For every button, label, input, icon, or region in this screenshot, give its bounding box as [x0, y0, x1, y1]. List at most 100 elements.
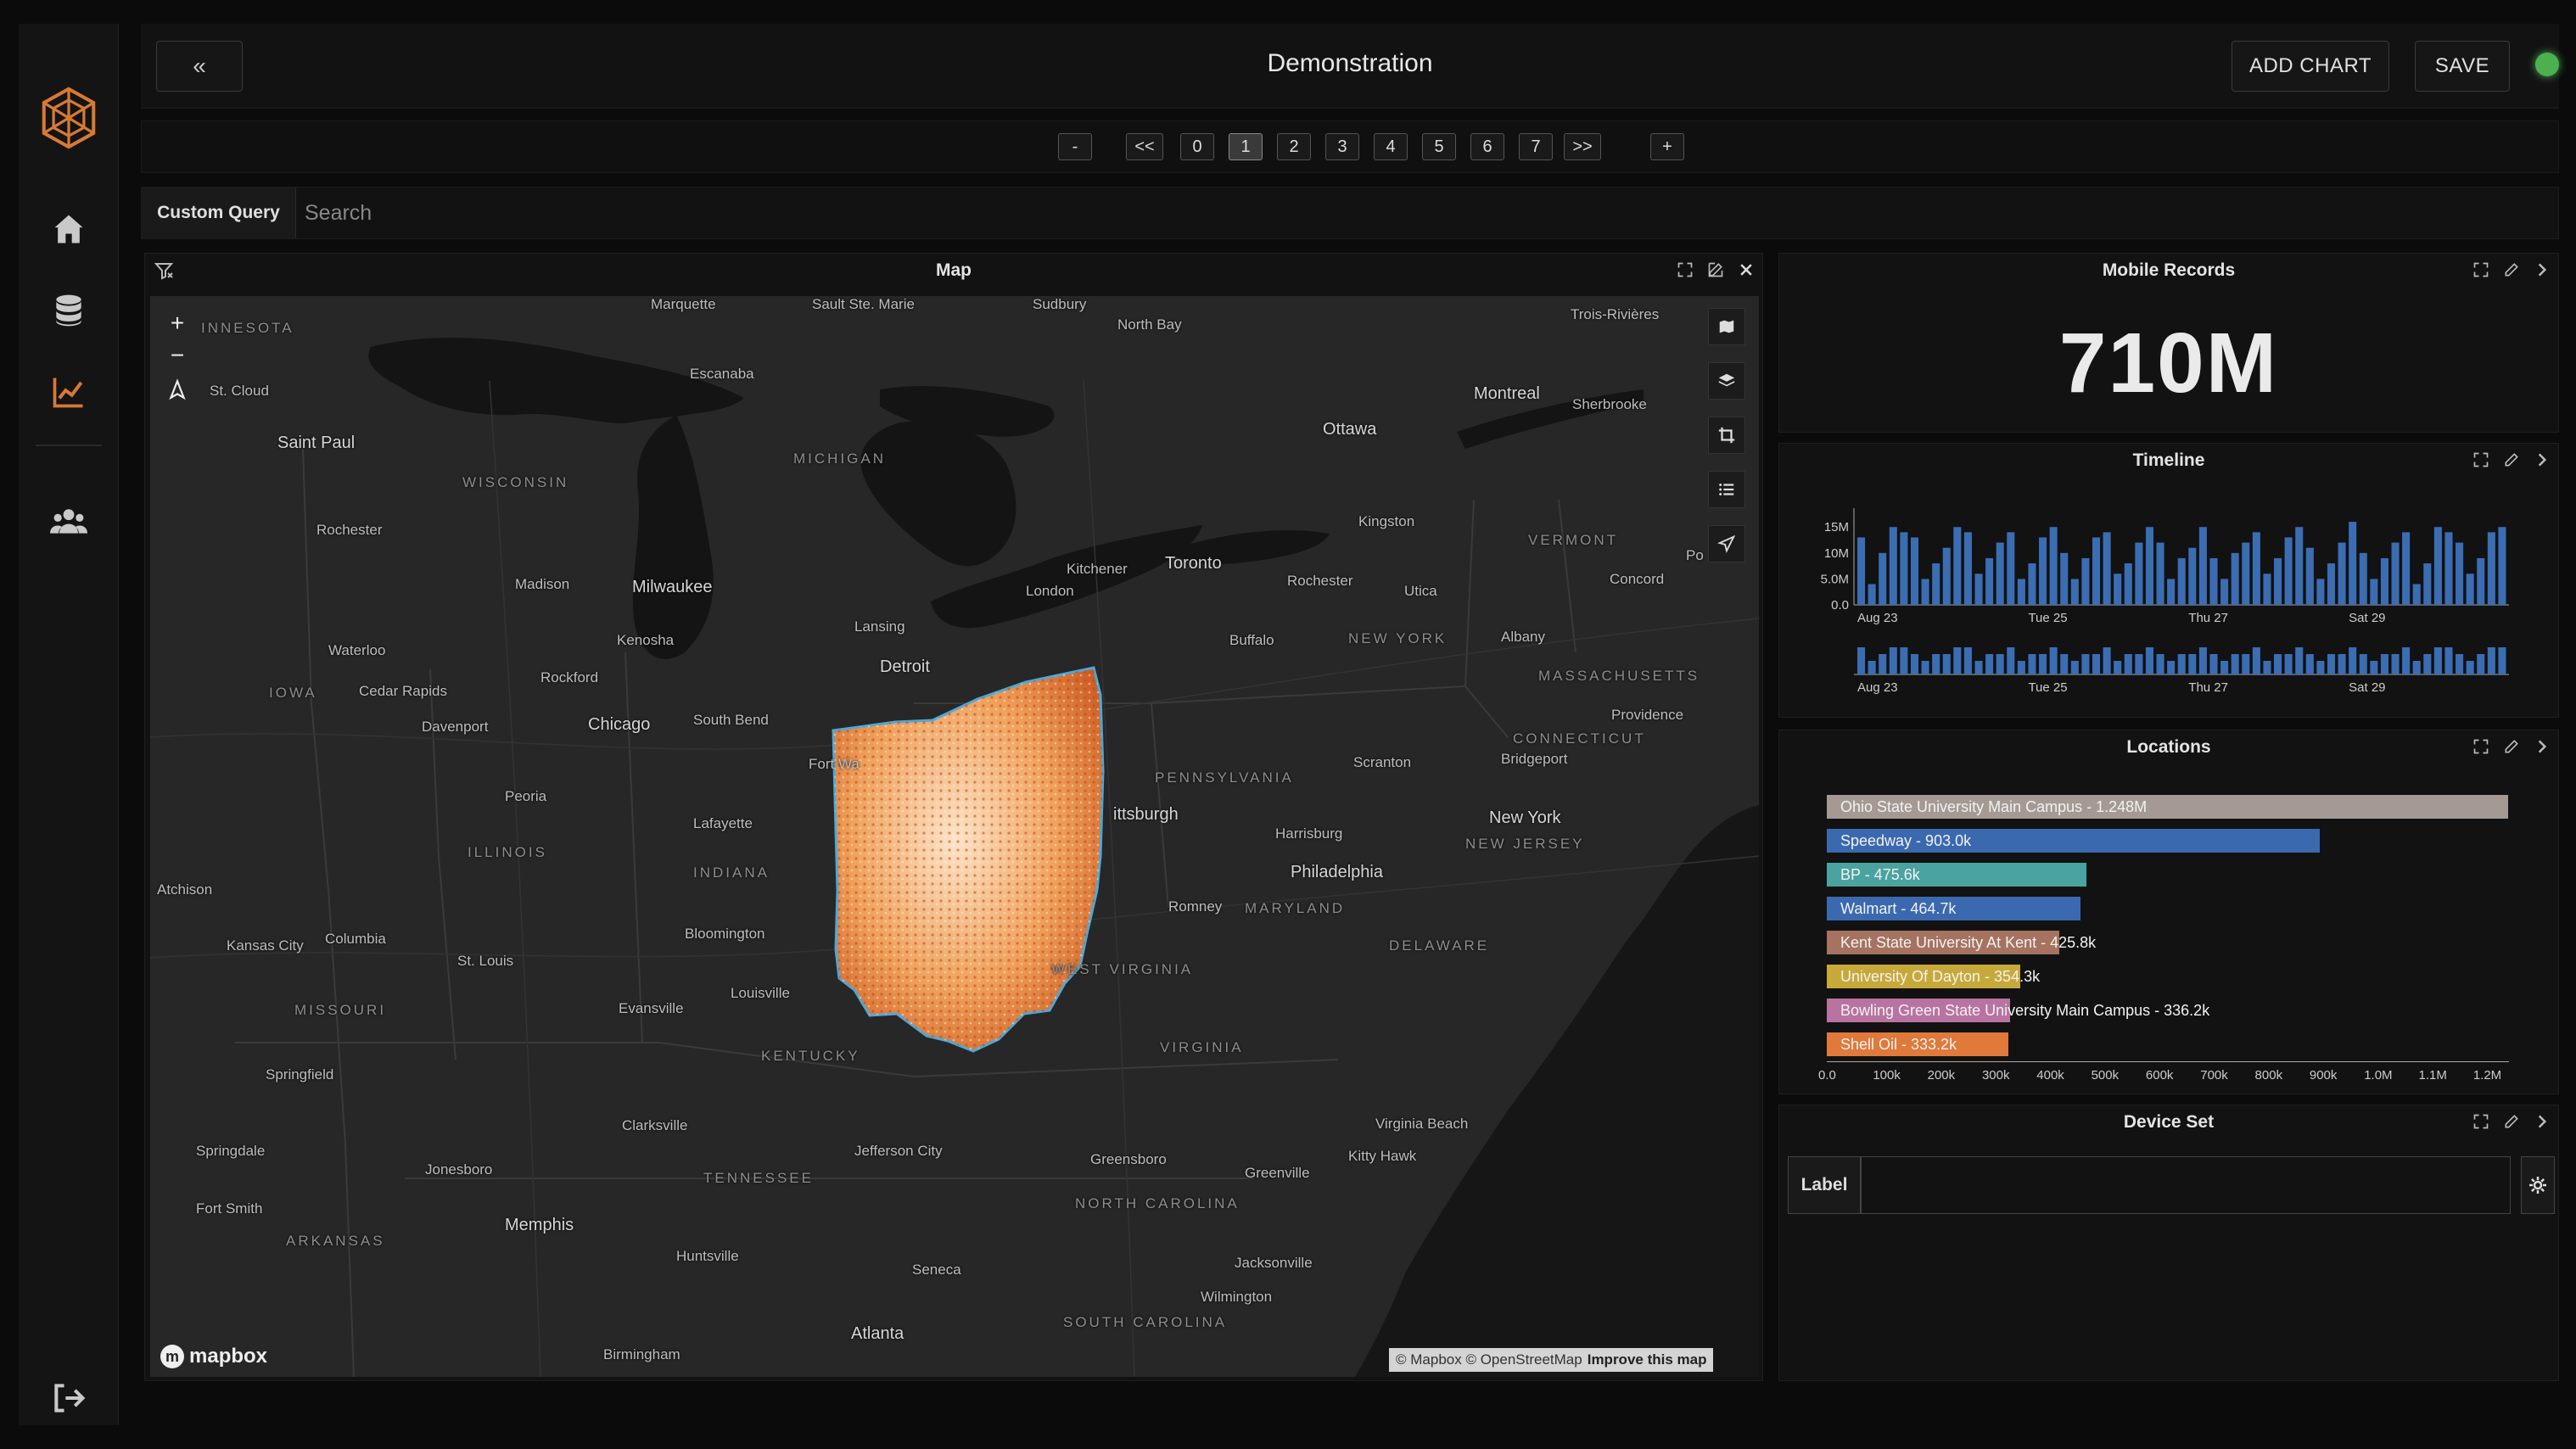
expand-icon[interactable] — [2472, 1112, 2490, 1131]
edit-icon[interactable] — [2502, 1112, 2521, 1131]
database-icon[interactable] — [19, 277, 119, 344]
timeline-bar[interactable] — [2242, 542, 2250, 605]
timeline-bar[interactable] — [1879, 552, 1887, 605]
brush-bar[interactable] — [2316, 661, 2325, 674]
timeline-bar[interactable] — [2060, 552, 2069, 605]
brush-bar[interactable] — [1889, 647, 1897, 674]
timeline-bar[interactable] — [2284, 537, 2293, 605]
brush-bar[interactable] — [2498, 647, 2506, 674]
timeline-bar[interactable] — [2423, 563, 2432, 605]
more-chevron-icon[interactable] — [2533, 260, 2551, 279]
logout-icon[interactable] — [19, 1364, 119, 1432]
basemap-icon[interactable] — [1708, 308, 1745, 345]
timeline-bar[interactable] — [2252, 532, 2260, 605]
brush-bar[interactable] — [2433, 647, 2442, 674]
timeline-bar[interactable] — [1974, 573, 1983, 605]
brush-bar[interactable] — [2338, 654, 2346, 674]
brush-bar[interactable] — [2049, 647, 2058, 674]
timeline-bar[interactable] — [2477, 557, 2485, 605]
brush-bar[interactable] — [2124, 654, 2132, 674]
brush-bar[interactable] — [2391, 654, 2400, 674]
brush-bar[interactable] — [2284, 654, 2293, 674]
brush-bar[interactable] — [2007, 647, 2015, 674]
list-icon[interactable] — [1708, 471, 1745, 508]
timeline-bar[interactable] — [2007, 532, 2015, 605]
device-set-input[interactable] — [1861, 1156, 2511, 1214]
brush-bar[interactable] — [2295, 647, 2304, 674]
brush-bar[interactable] — [1910, 654, 1919, 674]
timeline-bar[interactable] — [2498, 527, 2506, 605]
brush-bar[interactable] — [2466, 661, 2474, 674]
more-chevron-icon[interactable] — [2533, 1112, 2551, 1131]
timeline-bar[interactable] — [2380, 557, 2388, 605]
page-button-5[interactable]: 5 — [1422, 133, 1456, 160]
brush-bar[interactable] — [2017, 661, 2025, 674]
brush-bar[interactable] — [1953, 647, 1962, 674]
expand-icon[interactable] — [2472, 450, 2490, 469]
edit-icon[interactable] — [2502, 260, 2521, 279]
timeline-bar[interactable] — [2209, 557, 2218, 605]
brush-bar[interactable] — [2402, 647, 2411, 674]
timeline-bar[interactable] — [2433, 527, 2442, 605]
last-page-button[interactable]: >> — [1564, 133, 1601, 160]
brush-bar[interactable] — [1974, 661, 1983, 674]
timeline-bar[interactable] — [2103, 532, 2111, 605]
page-button-0[interactable]: 0 — [1180, 133, 1214, 160]
timeline-chart[interactable]: 15M 10M 5.0M 0.0 Aug 23 Tue 25 Thu 27 Sat 29 Aug… — [1779, 486, 2558, 715]
brush-bar[interactable] — [2327, 654, 2336, 674]
brush-bar[interactable] — [1963, 647, 1972, 674]
page-button-3[interactable]: 3 — [1325, 133, 1359, 160]
compass-icon[interactable] — [162, 374, 193, 405]
timeline-bar[interactable] — [2145, 527, 2153, 605]
timeline-bar[interactable] — [1889, 527, 1897, 605]
timeline-bar[interactable] — [1921, 579, 1929, 605]
brush-bar[interactable] — [2145, 647, 2153, 674]
timeline-bar[interactable] — [1942, 547, 1951, 605]
brush-bar[interactable] — [2252, 647, 2260, 674]
timeline-bar[interactable] — [2070, 579, 2079, 605]
expand-icon[interactable] — [2472, 260, 2490, 279]
timeline-bar[interactable] — [2274, 557, 2282, 605]
chart-icon[interactable] — [19, 358, 119, 426]
timeline-bar[interactable] — [2370, 579, 2378, 605]
brush-bar[interactable] — [1942, 654, 1951, 674]
brush-bar[interactable] — [2231, 654, 2239, 674]
brush-bar[interactable] — [2412, 661, 2421, 674]
timeline-bar[interactable] — [2124, 563, 2132, 605]
brush-bar[interactable] — [1932, 654, 1940, 674]
timeline-bar[interactable] — [2231, 552, 2239, 605]
custom-query-toggle[interactable]: Custom Query — [142, 187, 296, 238]
gear-icon[interactable] — [2521, 1156, 2555, 1214]
brush-bar[interactable] — [1868, 661, 1876, 674]
brush-bar[interactable] — [1857, 647, 1866, 674]
brush-bar[interactable] — [2477, 654, 2485, 674]
brush-bar[interactable] — [2487, 647, 2495, 674]
brush-bar[interactable] — [2242, 654, 2250, 674]
page-button-1[interactable]: 1 — [1229, 133, 1263, 160]
page-button-2[interactable]: 2 — [1277, 133, 1311, 160]
timeline-bar[interactable] — [2156, 542, 2164, 605]
remove-page-button[interactable]: - — [1058, 133, 1092, 160]
location-bar[interactable]: Speedway - 903.0k — [1827, 829, 2320, 853]
timeline-bar[interactable] — [2338, 542, 2346, 605]
save-button[interactable]: SAVE — [2415, 41, 2510, 92]
timeline-bar[interactable] — [2263, 573, 2271, 605]
timeline-bar[interactable] — [2092, 537, 2101, 605]
timeline-bar[interactable] — [2167, 579, 2176, 605]
send-icon[interactable] — [1708, 525, 1745, 562]
page-button-4[interactable]: 4 — [1374, 133, 1408, 160]
location-bar[interactable]: Ohio State University Main Campus - 1.24… — [1827, 795, 2508, 819]
first-page-button[interactable]: << — [1126, 133, 1163, 160]
timeline-bar[interactable] — [1963, 532, 1972, 605]
location-bar[interactable]: Kent State University At Kent - 425.8k — [1827, 931, 2096, 954]
logo-icon[interactable] — [19, 71, 119, 165]
brush-bar[interactable] — [1985, 654, 1994, 674]
brush-bar[interactable] — [2380, 654, 2388, 674]
brush-bar[interactable] — [2070, 661, 2079, 674]
location-bar[interactable]: University Of Dayton - 354.3k — [1827, 965, 2040, 988]
timeline-bar[interactable] — [2327, 563, 2336, 605]
improve-map-link[interactable]: Improve this map — [1588, 1351, 1707, 1368]
edit-icon[interactable] — [1706, 260, 1725, 279]
zoom-out-button[interactable]: − — [162, 340, 193, 371]
timeline-bar[interactable] — [2359, 552, 2367, 605]
